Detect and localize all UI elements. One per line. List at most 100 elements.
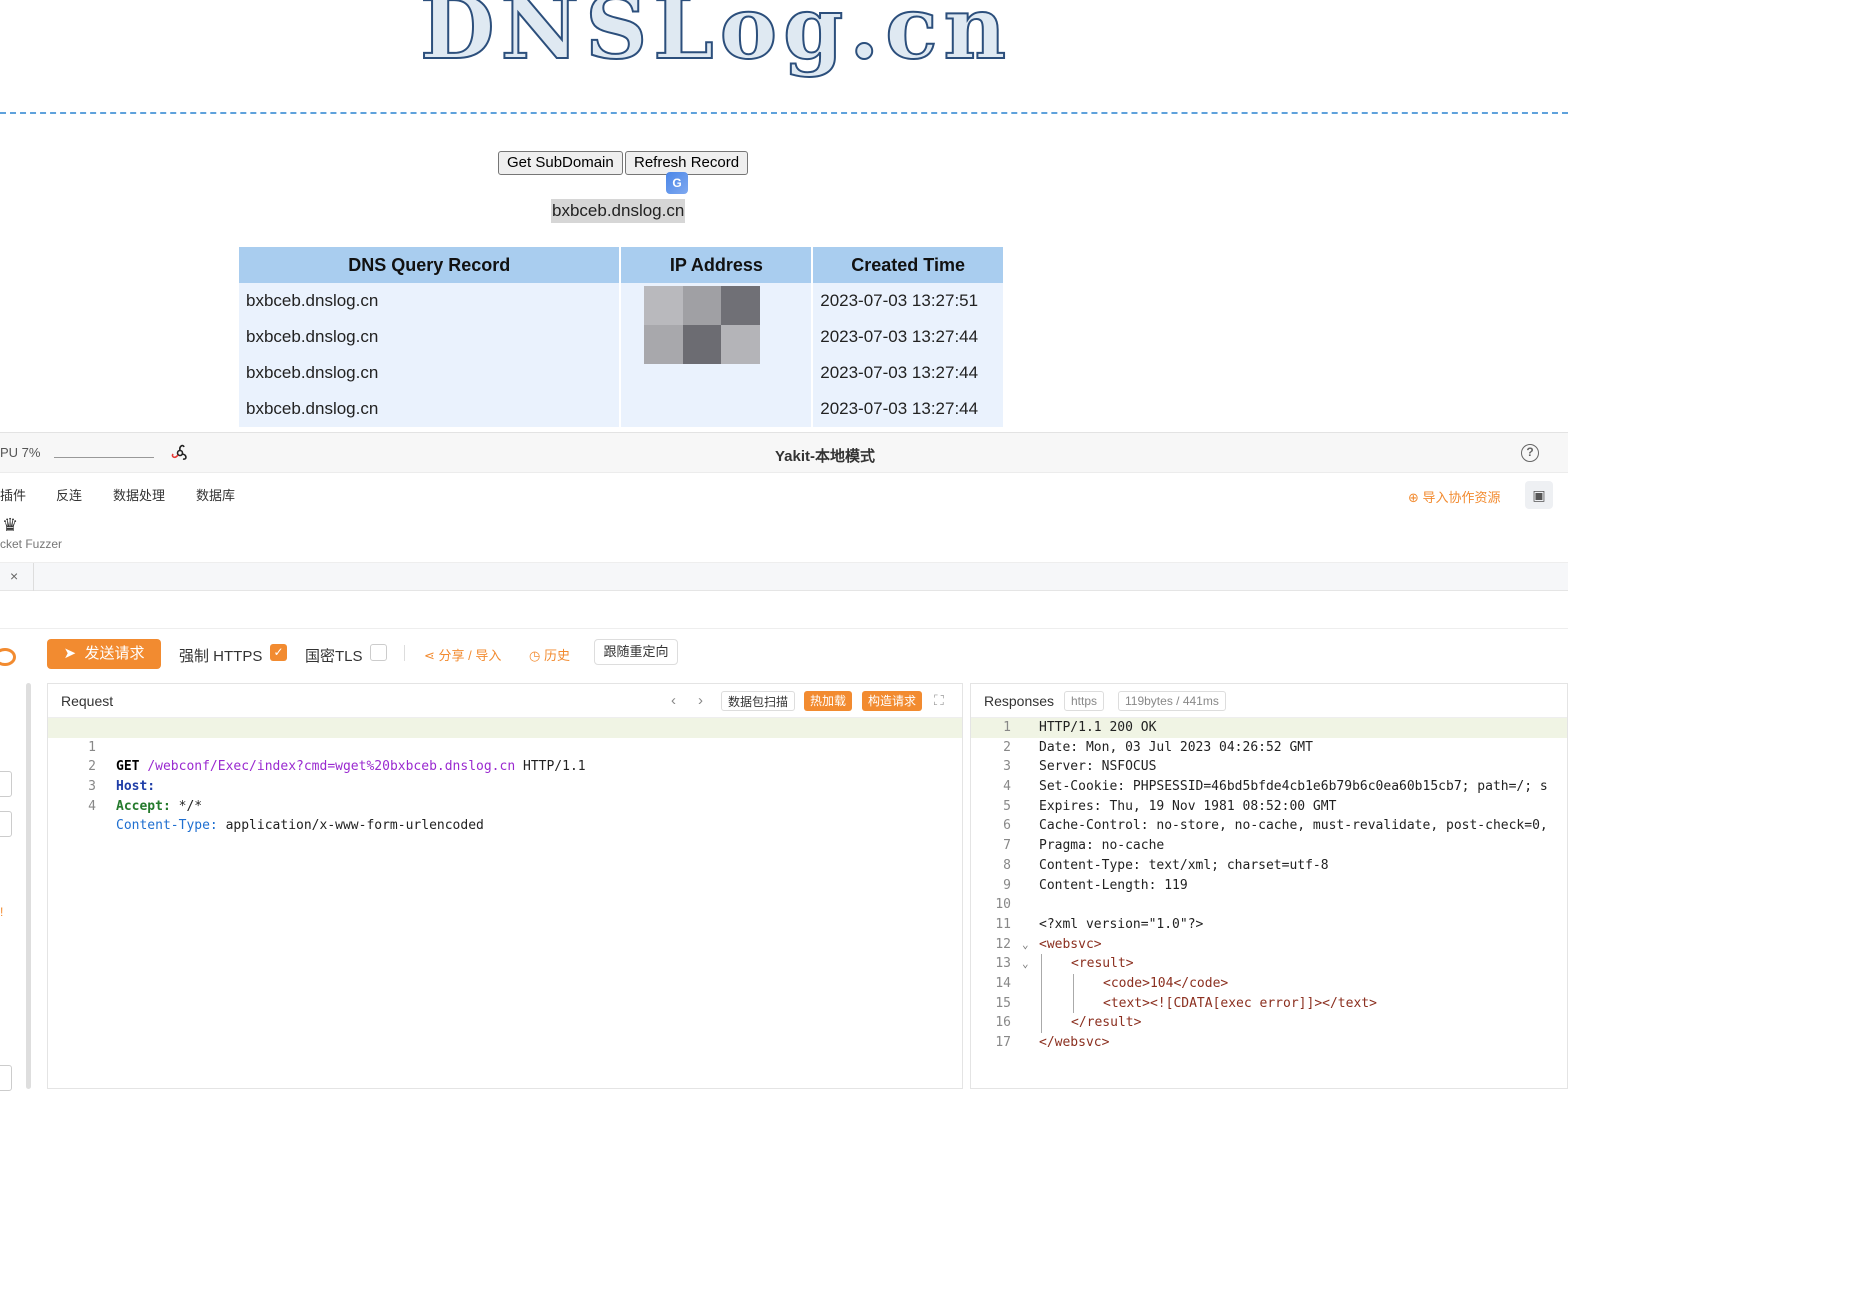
code-text: Content-Type: text/xml; charset=utf-8: [1039, 857, 1329, 873]
code-text: <websvc>: [1039, 936, 1102, 952]
indent-guide: [1041, 973, 1042, 994]
save-icon[interactable]: ▣: [1525, 481, 1553, 509]
history-label: 历史: [543, 648, 570, 663]
send-request-button[interactable]: ➤ 发送请求: [47, 639, 161, 669]
fuzzer-tool-label[interactable]: cket Fuzzer: [0, 537, 62, 551]
menu-item-plugin[interactable]: 插件: [0, 485, 26, 504]
share-import-label: 分享 / 导入: [438, 648, 502, 663]
import-resource-button[interactable]: ⊕ 导入协作资源: [1408, 487, 1501, 506]
packet-scan-button[interactable]: 数据包扫描: [721, 691, 796, 711]
response-editor[interactable]: 1 HTTP/1.1 200 OK 2 Date: Mon, 03 Jul 2023 …: [971, 718, 1567, 1088]
indent-guide: [1073, 973, 1074, 994]
left-side-panel: !: [0, 683, 34, 1091]
hot-reload-button[interactable]: 热加载: [804, 691, 853, 711]
line-number: 7: [1003, 838, 1011, 854]
follow-redirect-button[interactable]: 跟随重定向: [594, 639, 678, 665]
build-request-button[interactable]: 构造请求: [862, 691, 923, 711]
redacted-ip-mosaic: [644, 286, 760, 364]
menu-item-reverse[interactable]: 反连: [56, 485, 82, 504]
yakit-app: PU 7% Yakit-本地模式 ? 插件 反连 数据处理 数据库 ⊕ 导入协作…: [0, 432, 1568, 1104]
line-number: 8: [1003, 857, 1011, 873]
request-editor[interactable]: 1 GET /webconf/Exec/index?cmd=wget%20bxb…: [48, 718, 962, 1088]
indent-guide: [1073, 993, 1074, 1014]
translate-icon[interactable]: G: [666, 172, 688, 194]
line-number: 16: [995, 1015, 1011, 1031]
request-toolbar: ➤ 发送请求 强制 HTTPS ✓ 国密TLS ⋖ 分享 / 导入 ◷ 历史 跟…: [0, 629, 1568, 681]
code-line: 11 <?xml version="1.0"?>: [971, 915, 1567, 935]
request-title: Request: [61, 693, 114, 709]
side-input[interactable]: [0, 771, 12, 797]
fold-chevron-icon[interactable]: ⌄: [1022, 954, 1029, 974]
dns-record-cell: bxbceb.dnslog.cn: [239, 283, 622, 319]
line-number: 14: [995, 975, 1011, 991]
share-import-button[interactable]: ⋖ 分享 / 导入: [424, 645, 501, 664]
table-row: bxbceb.dnslog.cn 2023-07-03 13:27:44: [239, 319, 1005, 355]
code-line: 17 </websvc>: [971, 1033, 1567, 1053]
fuzzer-tool-icon[interactable]: ♛: [2, 515, 18, 536]
chevron-right-icon[interactable]: ›: [698, 692, 703, 709]
dns-record-table: DNS Query Record IP Address Created Time…: [239, 247, 1005, 427]
line-number: 2: [1003, 739, 1011, 755]
table-row: bxbceb.dnslog.cn 2023-07-03 13:27:51: [239, 283, 1005, 319]
expand-icon[interactable]: ⛶: [934, 692, 944, 709]
code-text: Cache-Control: no-store, no-cache, must-…: [1039, 818, 1548, 834]
line-number: 1: [1003, 720, 1011, 735]
side-input[interactable]: [0, 1065, 12, 1091]
dns-record-cell: bxbceb.dnslog.cn: [239, 355, 622, 391]
code-line: 4 Content-Type: application/x-www-form-u…: [48, 777, 962, 834]
force-https-checkbox[interactable]: ✓: [270, 644, 287, 661]
chevron-left-icon[interactable]: ‹: [671, 692, 676, 709]
divider: [0, 112, 1568, 114]
line-number: 4: [1003, 779, 1011, 795]
line-number: 12: [995, 936, 1011, 952]
refresh-record-button[interactable]: Refresh Record: [625, 151, 749, 175]
scrollbar[interactable]: [26, 683, 31, 1089]
code-text: HTTP/1.1 200 OK: [1039, 720, 1157, 735]
code-text: Date: Mon, 03 Jul 2023 04:26:52 GMT: [1039, 739, 1313, 755]
toolbar-divider: [404, 645, 405, 661]
code-line: 12 ⌄ <websvc>: [971, 935, 1567, 955]
column-header-created: Created Time: [812, 247, 1005, 283]
line-number: 6: [1003, 818, 1011, 834]
code-text: </result>: [1071, 1015, 1142, 1031]
scheme-tag: https: [1064, 691, 1105, 711]
status-ring-icon: [0, 648, 16, 666]
indent-guide: [1041, 1013, 1042, 1033]
code-line: 7 Pragma: no-cache: [971, 836, 1567, 856]
code-line: 15 <text><![CDATA[exec error]]></text>: [971, 993, 1567, 1014]
header-value: */*: [170, 798, 203, 814]
indent-guide: [1041, 954, 1042, 974]
menu-item-database[interactable]: 数据库: [196, 485, 235, 504]
fold-chevron-icon[interactable]: ⌄: [1022, 935, 1029, 955]
header-value: application/x-www-form-urlencoded: [217, 818, 484, 834]
response-pane-header: Responses https 119bytes / 441ms: [971, 684, 1567, 718]
force-https-label: 强制 HTTPS: [179, 648, 263, 665]
time-cell: 2023-07-03 13:27:44: [812, 391, 1005, 427]
tab-separator: [33, 563, 34, 591]
line-number: 10: [995, 897, 1011, 913]
history-button[interactable]: ◷ 历史: [529, 645, 570, 664]
line-number: 17: [995, 1035, 1011, 1050]
size-time-tag: 119bytes / 441ms: [1118, 691, 1226, 711]
menu-item-data-processing[interactable]: 数据处理: [113, 485, 165, 504]
tab-bar: ×: [0, 563, 1568, 591]
header-key: Content-Type:: [116, 818, 218, 834]
code-text: <code>104</code>: [1103, 975, 1229, 991]
code-text: <?xml version="1.0"?>: [1039, 916, 1204, 932]
sub-tab-bar: [0, 591, 1568, 629]
indent-guide: [1041, 993, 1042, 1014]
dns-record-cell: bxbceb.dnslog.cn: [239, 391, 622, 427]
code-line: 9 Content-Length: 119: [971, 876, 1567, 896]
ip-cell: [620, 391, 814, 427]
code-line: 4 Set-Cookie: PHPSESSID=46bd5bfde4cb1e6b7…: [971, 777, 1567, 797]
close-icon[interactable]: ×: [10, 568, 18, 584]
get-subdomain-button[interactable]: Get SubDomain: [498, 151, 623, 175]
code-line: 16 </result>: [971, 1013, 1567, 1033]
gm-tls-checkbox[interactable]: [370, 644, 387, 661]
dnslog-page: DNSLog.cn Get SubDomain Refresh Record G…: [0, 0, 1568, 432]
code-line: 2 Host:: [48, 738, 962, 794]
help-icon[interactable]: ?: [1521, 444, 1539, 462]
side-input[interactable]: [0, 811, 12, 837]
code-line: 14 <code>104</code>: [971, 973, 1567, 994]
response-title: Responses: [984, 693, 1055, 709]
